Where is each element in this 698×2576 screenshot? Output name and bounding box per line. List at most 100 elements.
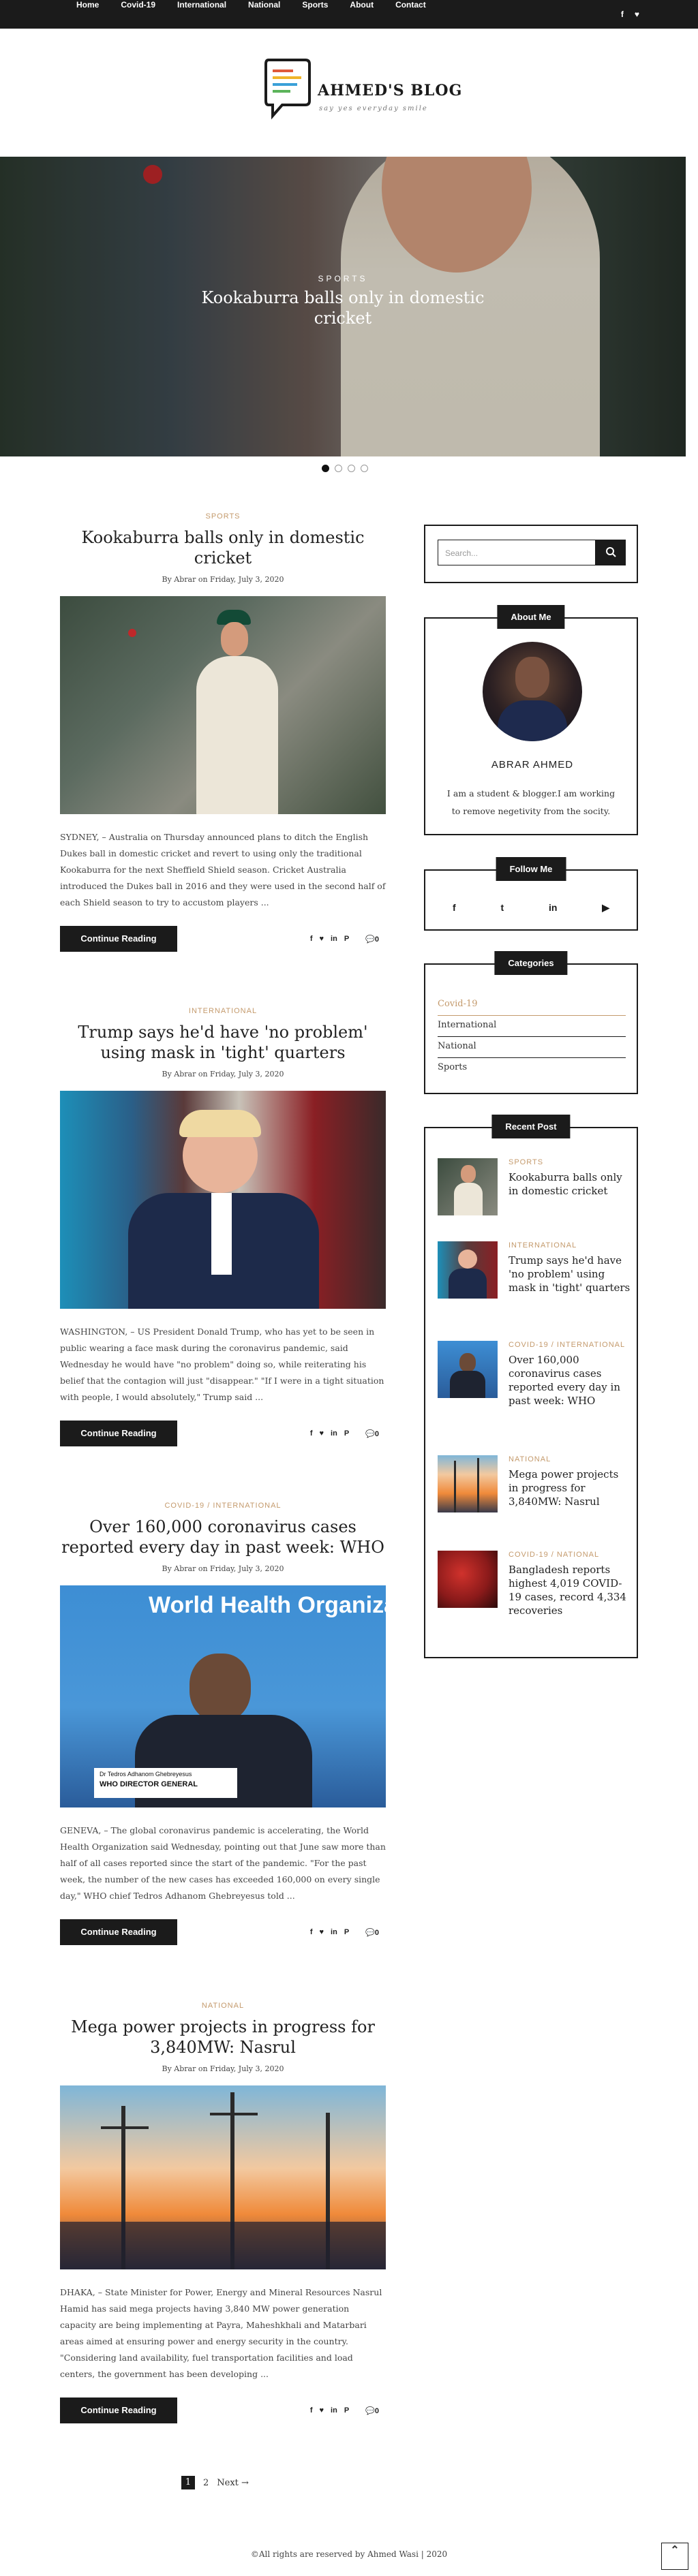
page-next[interactable]: Next → xyxy=(217,2478,249,2488)
nav-item-covid-19[interactable]: Covid-19 xyxy=(110,0,166,29)
linkedin-share-icon[interactable]: in xyxy=(331,2406,337,2415)
comment-count: 0 xyxy=(374,1429,379,1438)
heart-share-icon[interactable]: ♥ xyxy=(320,1928,324,1936)
heart-share-icon[interactable]: ♥ xyxy=(320,1429,324,1438)
linkedin-share-icon[interactable]: in xyxy=(331,1429,337,1438)
post-excerpt: SYDNEY, – Australia on Thursday announce… xyxy=(60,832,386,907)
nav-item-home[interactable]: Home xyxy=(65,0,110,29)
post-footer: Continue Reading f ♥ in P 💬0 xyxy=(60,1421,386,1448)
category-item-sports[interactable]: Sports xyxy=(438,1058,626,1078)
nav-item-sports[interactable]: Sports xyxy=(291,0,339,29)
category-item-international[interactable]: International xyxy=(438,1016,626,1037)
nav-item-about[interactable]: About xyxy=(339,0,384,29)
recent-post-category[interactable]: SPORTS xyxy=(509,1158,543,1166)
slide-dot-1[interactable] xyxy=(322,465,329,472)
nav-item-international[interactable]: International xyxy=(166,0,237,29)
continue-reading-button[interactable]: Continue Reading xyxy=(60,926,177,952)
recent-post-thumbnail[interactable] xyxy=(438,1158,498,1215)
share-icons: f ♥ in P 💬0 xyxy=(310,926,379,952)
facebook-share-icon[interactable]: f xyxy=(310,1928,313,1936)
post-category[interactable]: INTERNATIONAL xyxy=(60,1007,386,1015)
continue-reading-button[interactable]: Continue Reading xyxy=(60,1421,177,1446)
facebook-icon[interactable]: f xyxy=(621,10,624,19)
post-category[interactable]: NATIONAL xyxy=(60,2002,386,2010)
search-button[interactable] xyxy=(596,540,626,565)
pinterest-share-icon[interactable]: P xyxy=(344,2406,349,2415)
hero-slider[interactable]: SPORTS Kookaburra balls only in domestic… xyxy=(0,157,686,456)
post-category[interactable]: SPORTS xyxy=(60,512,386,521)
post-meta: By Abrar on Friday, July 3, 2020 xyxy=(162,1070,284,1078)
post-category[interactable]: COVID-19 / INTERNATIONAL xyxy=(60,1502,386,1510)
facebook-share-icon[interactable]: f xyxy=(310,935,313,943)
post-footer: Continue Reading f ♥ in P 💬0 xyxy=(60,2397,386,2425)
recent-post-title[interactable]: Bangladesh reports highest 4,019 COVID-1… xyxy=(509,1563,631,1617)
facebook-share-icon[interactable]: f xyxy=(310,1429,313,1438)
search-widget: Search... xyxy=(424,525,638,583)
post-image[interactable] xyxy=(60,1091,386,1309)
post-image[interactable] xyxy=(60,2085,386,2269)
categories-widget: Categories Covid-19 International Nation… xyxy=(424,951,638,1094)
nav-item-national[interactable]: National xyxy=(237,0,291,29)
site-logo[interactable]: AHMED'S BLOG say yes everyday smile xyxy=(264,57,461,125)
recent-post-thumbnail[interactable] xyxy=(438,1551,498,1608)
comments-icon[interactable]: 💬0 xyxy=(365,1928,379,1937)
youtube-icon[interactable]: ▶ xyxy=(602,902,609,914)
recent-post-thumbnail[interactable] xyxy=(438,1341,498,1398)
post-title[interactable]: Over 160,000 coronavirus cases reported … xyxy=(60,1517,386,1557)
recent-post-title[interactable]: Mega power projects in progress for 3,84… xyxy=(509,1468,631,1508)
post-excerpt: WASHINGTON, – US President Donald Trump,… xyxy=(60,1326,384,1402)
heart-icon[interactable]: ♥ xyxy=(635,10,639,19)
recent-post-title[interactable]: Trump says he'd have 'no problem' using … xyxy=(509,1254,631,1294)
recent-post-thumbnail[interactable] xyxy=(438,1241,498,1299)
slider-pagination xyxy=(322,465,368,472)
continue-reading-button[interactable]: Continue Reading xyxy=(60,2397,177,2423)
name-caption: Dr Tedros Adhanom Ghebreyesus WHO DIRECT… xyxy=(94,1768,237,1798)
linkedin-share-icon[interactable]: in xyxy=(331,935,337,943)
logo-name: AHMED'S BLOG xyxy=(318,82,463,99)
comments-icon[interactable]: 💬0 xyxy=(365,1429,379,1438)
linkedin-share-icon[interactable]: in xyxy=(331,1928,337,1936)
facebook-share-icon[interactable]: f xyxy=(310,2406,313,2415)
linkedin-icon[interactable]: in xyxy=(549,902,557,914)
page-current[interactable]: 1 xyxy=(181,2476,195,2489)
category-item-national[interactable]: National xyxy=(438,1037,626,1058)
post-title[interactable]: Mega power projects in progress for 3,84… xyxy=(60,2017,386,2058)
hero-title[interactable]: Kookaburra balls only in domestic cricke… xyxy=(191,288,495,328)
slide-dot-3[interactable] xyxy=(348,465,355,472)
continue-reading-button[interactable]: Continue Reading xyxy=(60,1919,177,1945)
post-image[interactable]: World Health Organization Dr Tedros Adha… xyxy=(60,1585,386,1807)
post-title[interactable]: Kookaburra balls only in domestic cricke… xyxy=(60,527,386,568)
comments-icon[interactable]: 💬0 xyxy=(365,935,379,944)
pinterest-share-icon[interactable]: P xyxy=(344,1928,349,1936)
facebook-icon[interactable]: f xyxy=(453,902,456,914)
post-title[interactable]: Trump says he'd have 'no problem' using … xyxy=(60,1022,386,1063)
post-image[interactable] xyxy=(60,596,386,814)
pinterest-share-icon[interactable]: P xyxy=(344,935,349,943)
twitter-icon[interactable]: t xyxy=(500,902,504,914)
widget-heading: About Me xyxy=(497,605,565,629)
hero-category[interactable]: SPORTS xyxy=(0,274,686,283)
recent-post-category[interactable]: NATIONAL xyxy=(509,1455,551,1463)
slide-dot-4[interactable] xyxy=(361,465,368,472)
recent-post-thumbnail[interactable] xyxy=(438,1455,498,1512)
search-input[interactable]: Search... xyxy=(438,540,596,565)
recent-post-category[interactable]: INTERNATIONAL xyxy=(509,1241,577,1250)
recent-post-category[interactable]: COVID-19 / NATIONAL xyxy=(509,1551,599,1559)
pinterest-share-icon[interactable]: P xyxy=(344,1429,349,1438)
pagination: 1 2 Next → xyxy=(181,2476,249,2489)
slide-dot-2[interactable] xyxy=(335,465,342,472)
share-icons: f ♥ in P 💬0 xyxy=(310,1919,379,1945)
back-to-top-button[interactable]: ⌃ xyxy=(661,2543,688,2570)
post-card: NATIONAL Mega power projects in progress… xyxy=(60,2002,386,2425)
chevron-up-icon: ⌃ xyxy=(670,2545,680,2556)
comments-icon[interactable]: 💬0 xyxy=(365,2406,379,2415)
recent-post-title[interactable]: Kookaburra balls only in domestic cricke… xyxy=(509,1170,631,1198)
category-item-covid-19[interactable]: Covid-19 xyxy=(438,995,626,1016)
logo-tagline: say yes everyday smile xyxy=(319,105,428,112)
page-link-2[interactable]: 2 xyxy=(203,2478,209,2488)
recent-post-title[interactable]: Over 160,000 coronavirus cases reported … xyxy=(509,1353,631,1408)
heart-share-icon[interactable]: ♥ xyxy=(320,935,324,943)
recent-post-category[interactable]: COVID-19 / INTERNATIONAL xyxy=(509,1341,625,1349)
heart-share-icon[interactable]: ♥ xyxy=(320,2406,324,2415)
nav-item-contact[interactable]: Contact xyxy=(384,0,437,29)
